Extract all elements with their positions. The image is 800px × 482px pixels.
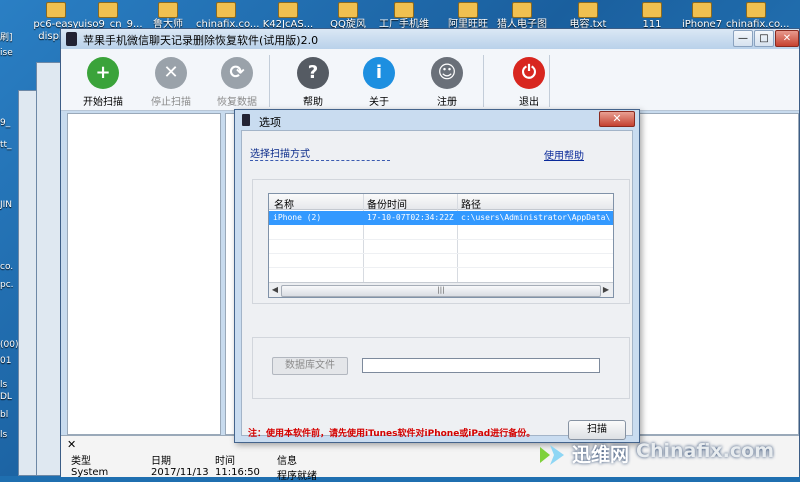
phone-icon (242, 114, 250, 126)
desktop-side-label: ls (0, 430, 8, 440)
file-icon (394, 2, 414, 18)
backup-row[interactable]: iPhone (2) 17-10-07T02:34:22Z c:\users\A… (269, 211, 613, 225)
col-backup-time[interactable]: 备份时间 (367, 196, 407, 211)
desktop-side-label: pc. (0, 280, 14, 290)
dialog-close-button[interactable]: ✕ (599, 111, 635, 127)
stop-icon: ✕ (155, 57, 187, 89)
toolbar-button-help[interactable]: ? 帮助 (285, 53, 341, 109)
grid-line (269, 239, 613, 240)
file-icon (46, 2, 66, 18)
watermark-cn: 迅维网 (572, 444, 630, 466)
toolbar-separator (269, 55, 270, 107)
column-divider (363, 194, 364, 282)
divider (250, 160, 390, 161)
file-icon (338, 2, 358, 18)
log-col-date[interactable]: 日期 (151, 452, 171, 467)
log-col-time[interactable]: 时间 (215, 452, 235, 467)
col-name[interactable]: 名称 (274, 196, 294, 211)
toolbar-button-refresh[interactable]: ⟳ 恢复数据 (209, 53, 265, 109)
desktop-side-label: tt_ (0, 140, 12, 150)
scroll-right-icon[interactable]: ▶ (601, 285, 611, 294)
watermark: 迅维网 Chinafix.com (534, 437, 800, 476)
backup-list[interactable]: 名称 备份时间 路径 iPhone (2) 17-10-07T02:34:22Z… (268, 193, 614, 298)
scroll-left-icon[interactable]: ◀ (270, 285, 280, 294)
toolbar-button-plus[interactable]: + 开始扫描 (75, 53, 131, 109)
file-icon (642, 2, 662, 18)
info-icon: i (363, 57, 395, 89)
desktop-side-label: ise (0, 48, 13, 58)
toolbar-label: 关于 (369, 97, 389, 108)
file-icon (216, 2, 236, 18)
device-tree-pane[interactable] (67, 113, 221, 435)
log-col-type[interactable]: 类型 (71, 452, 91, 467)
file-icon (692, 2, 712, 18)
desktop-side-label: co. (0, 262, 14, 272)
file-icon (278, 2, 298, 18)
col-path[interactable]: 路径 (461, 196, 481, 211)
grid-line (269, 253, 613, 254)
log-cell: 2017/11/13 (151, 467, 209, 478)
backup-time: 17-10-07T02:34:22Z (367, 213, 454, 222)
desktop-side-label: (00) (0, 340, 19, 350)
toolbar-label: 注册 (437, 97, 457, 108)
db-file-button[interactable]: 数据库文件 (272, 357, 348, 375)
desktop-side-label: 01 (0, 356, 12, 366)
watermark-en: Chinafix.com (636, 440, 775, 462)
help-icon: ? (297, 57, 329, 89)
log-cell: System (71, 467, 109, 478)
desktop-side-label: 刷] (0, 33, 13, 43)
toolbar-button-user[interactable]: ☺ 注册 (419, 53, 475, 109)
file-icon (98, 2, 118, 18)
log-col-info[interactable]: 信息 (277, 452, 297, 467)
logo-icon (540, 445, 564, 465)
toolbar-label: 恢复数据 (217, 97, 257, 108)
dialog-title: 选项 (259, 116, 281, 129)
backup-path: c:\users\Administrator\AppData\ (461, 213, 611, 222)
toolbar: + 开始扫描 ✕ 停止扫描 ⟳ 恢复数据? 帮助 i 关于 ☺ 注册 ⏻ 退出 (61, 49, 799, 111)
log-cell: 程序就绪 (277, 471, 317, 482)
power-icon: ⏻ (513, 57, 545, 89)
help-link[interactable]: 使用帮助 (544, 147, 584, 162)
title-bar[interactable]: 苹果手机微信聊天记录删除恢复软件(试用版)2.0 — □ ✕ (61, 29, 799, 49)
desktop-side-label: JIN (0, 200, 13, 210)
toolbar-label: 停止扫描 (151, 97, 191, 108)
backup-note: 注：使用本软件前，请先使用iTunes软件对iPhone或iPad进行备份。 (248, 429, 536, 439)
desktop-side-label: ls (0, 380, 8, 390)
backup-name: iPhone (2) (273, 213, 322, 222)
options-dialog: 选项 ✕ 选择扫描方式 使用帮助 名称 备份时间 路径 iPhone (2) 1… (234, 109, 640, 443)
toolbar-separator (483, 55, 484, 107)
minimize-button[interactable]: — (733, 30, 753, 47)
desktop-side-label: DL (0, 392, 12, 402)
toolbar-separator (549, 55, 550, 107)
column-divider (457, 194, 458, 282)
backup-list-header: 名称 备份时间 路径 (269, 194, 613, 211)
horizontal-scrollbar[interactable]: ◀ ||| ▶ (269, 282, 613, 297)
toolbar-button-stop[interactable]: ✕ 停止扫描 (143, 53, 199, 109)
user-icon: ☺ (431, 57, 463, 89)
scroll-thumb[interactable]: ||| (281, 285, 601, 297)
grid-line (269, 267, 613, 268)
dialog-body: 选择扫描方式 使用帮助 名称 备份时间 路径 iPhone (2) 17-10-… (241, 130, 633, 440)
log-close-button[interactable]: ✕ (67, 438, 76, 451)
scan-method-label: 选择扫描方式 (250, 149, 310, 160)
toolbar-label: 开始扫描 (83, 97, 123, 108)
phone-icon (66, 32, 77, 46)
log-cell: 11:16:50 (215, 467, 260, 478)
refresh-icon: ⟳ (221, 57, 253, 89)
desktop-side-label: bl (0, 410, 9, 420)
db-file-input[interactable] (362, 358, 600, 373)
close-button[interactable]: ✕ (775, 30, 799, 47)
desktop-side-label: 9_ (0, 118, 11, 128)
plus-icon: + (87, 57, 119, 89)
file-icon (512, 2, 532, 18)
window-title: 苹果手机微信聊天记录删除恢复软件(试用版)2.0 (83, 34, 319, 47)
maximize-button[interactable]: □ (754, 30, 774, 47)
file-icon (746, 2, 766, 18)
toolbar-label: 帮助 (303, 97, 323, 108)
toolbar-button-info[interactable]: i 关于 (351, 53, 407, 109)
file-icon (458, 2, 478, 18)
file-icon (158, 2, 178, 18)
file-icon (578, 2, 598, 18)
